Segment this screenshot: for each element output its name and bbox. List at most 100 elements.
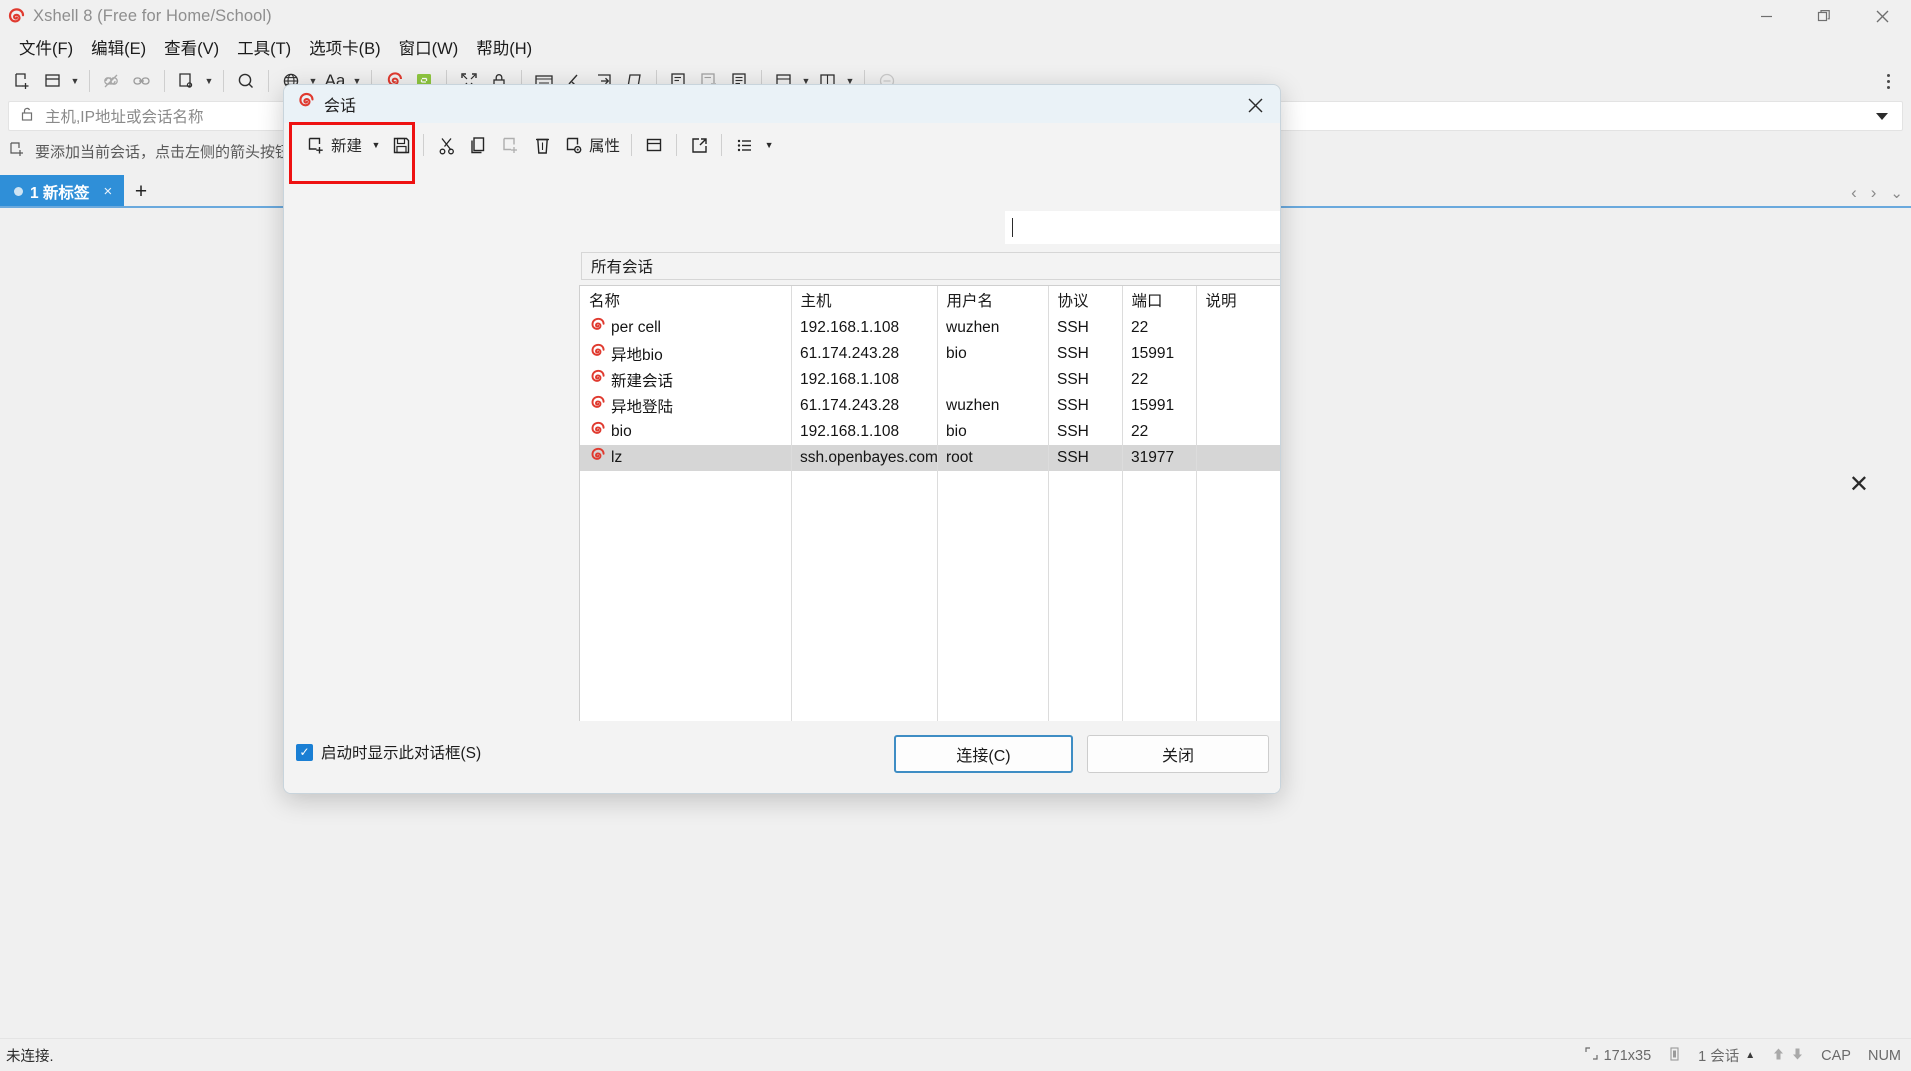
cell-port: 31977 [1122,445,1196,471]
paste-button[interactable] [494,130,526,160]
menu-view[interactable]: 查看(V) [155,33,228,61]
connect-button[interactable]: 连接(C) [894,735,1073,773]
dialog-title-bar: 会话 [284,85,1280,123]
open-session-icon[interactable] [172,66,202,96]
menu-help[interactable]: 帮助(H) [467,33,541,61]
copy-icon [467,134,489,156]
terminal-close-icon[interactable]: ✕ [1849,473,1869,497]
column-header-name[interactable]: 名称 [580,286,791,315]
menu-tab[interactable]: 选项卡(B) [300,33,390,61]
cell-protocol: SSH [1048,445,1122,471]
show-on-startup-checkbox[interactable]: ✓ [296,744,313,761]
show-on-startup-checkbox-row[interactable]: ✓ 启动时显示此对话框(S) [296,741,481,763]
cut-button[interactable] [430,130,462,160]
new-session-caret-icon[interactable]: ▼ [367,130,385,160]
save-button[interactable] [385,130,417,160]
cell-username: bio [937,419,1048,445]
cell-protocol: SSH [1048,315,1122,341]
reconnect-icon[interactable] [127,66,157,96]
open-folder-button[interactable] [638,130,670,160]
open-session-caret-icon[interactable]: ▼ [202,66,216,96]
session-path-row: 所有会话 [581,251,1281,281]
column-header-username[interactable]: 用户名 [937,286,1048,315]
list-view-icon [733,134,755,156]
cell-host: 192.168.1.108 [791,419,937,445]
new-folder-caret-icon[interactable]: ▼ [68,66,82,96]
connection-status: 未连接. [6,1045,54,1066]
terminal-size-icon [1585,1047,1598,1064]
properties-button[interactable]: 属性 [558,130,625,160]
tab-nav-controls: ‹ › ⌄ [1851,183,1903,203]
current-folder-path[interactable]: 所有会话 [581,252,1281,280]
export-button[interactable] [683,130,715,160]
monitor-icon[interactable] [1668,1047,1681,1065]
cell-protocol: SSH [1048,341,1122,367]
cell-username [937,367,1048,393]
tab-prev-icon[interactable]: ‹ [1851,183,1857,203]
chevron-down-icon[interactable] [1876,113,1888,120]
close-button[interactable]: 关闭 [1087,735,1269,773]
dialog-close-icon[interactable] [1238,90,1272,120]
list-view-button[interactable] [728,130,760,160]
session-search-input[interactable] [1005,211,1281,244]
cell-description [1196,419,1281,445]
session-icon [589,343,606,365]
menu-edit[interactable]: 编辑(E) [82,33,155,61]
new-session-icon[interactable] [8,66,38,96]
column-header-description[interactable]: 说明 [1196,286,1281,315]
window-controls [1737,0,1911,33]
xshell-logo-icon [7,8,25,26]
tab-next-icon[interactable]: › [1871,183,1877,203]
disconnect-icon[interactable] [97,66,127,96]
unlock-icon [19,105,36,127]
copy-button[interactable] [462,130,494,160]
app-title: Xshell 8 (Free for Home/School) [33,7,272,26]
address-input-placeholder[interactable]: 主机,IP地址或会话名称 [45,105,203,127]
table-row[interactable]: per cell192.168.1.108wuzhenSSH222024-09-… [580,315,1281,341]
new-folder-icon[interactable] [38,66,68,96]
table-row[interactable]: 异地登陆61.174.243.28wuzhenSSH159912024-10-1… [580,393,1281,419]
session-count-caret-icon[interactable]: ▲ [1745,1050,1755,1061]
table-header-row: 名称 主机 用户名 协议 端口 说明 修改时间 [580,286,1281,315]
table-row[interactable]: 新建会话192.168.1.108SSH222024-09-28 18:34:2… [580,367,1281,393]
cell-host: 192.168.1.108 [791,315,937,341]
table-row[interactable]: 异地bio61.174.243.28bioSSH159912024-09-22 … [580,341,1281,367]
column-header-port[interactable]: 端口 [1122,286,1196,315]
hint-text: 要添加当前会话，点击左侧的箭头按钮 [35,141,290,162]
session-count[interactable]: 1 会话 ▲ [1698,1045,1755,1066]
add-session-icon[interactable] [8,140,26,163]
find-icon[interactable] [231,66,261,96]
status-bar-right: 171x35 1 会话 ▲ CAP NUM [1585,1039,1901,1071]
menu-window[interactable]: 窗口(W) [390,33,468,61]
restore-icon[interactable] [1795,0,1853,33]
table-row[interactable]: bio192.168.1.108bioSSH222024-11-03 22:16… [580,419,1281,445]
tab-close-icon[interactable]: × [103,183,112,200]
delete-button[interactable] [526,130,558,160]
trash-icon [531,134,553,156]
new-tab-button[interactable]: + [124,175,158,208]
list-view-caret-icon[interactable]: ▼ [760,130,778,160]
more-options-icon[interactable] [1877,68,1899,94]
menu-file[interactable]: 文件(F) [10,33,82,61]
column-header-protocol[interactable]: 协议 [1048,286,1122,315]
dialog-title: 会话 [324,92,356,116]
minimize-icon[interactable] [1737,0,1795,33]
new-session-button[interactable]: 新建 [300,130,367,160]
dialog-toolbar-separator [631,134,632,156]
column-header-host[interactable]: 主机 [791,286,937,315]
sessions-table-container[interactable]: 名称 主机 用户名 协议 端口 说明 修改时间 per cell 192.168.… [579,285,1281,794]
close-icon[interactable] [1853,0,1911,33]
dialog-toolbar: 新建 ▼ [284,123,1280,167]
toolbar-separator [89,70,90,92]
menu-tools[interactable]: 工具(T) [228,33,300,61]
status-bar: 未连接. 171x35 1 会话 ▲ [0,1038,1911,1071]
session-name-text: per cell [611,319,661,337]
new-session-label: 新建 [331,134,362,156]
tab-new-session[interactable]: 1 新标签 × [0,175,124,208]
session-icon [589,369,606,391]
tab-list-icon[interactable]: ⌄ [1890,184,1903,202]
cell-username: wuzhen [937,393,1048,419]
menu-bar: 文件(F) 编辑(E) 查看(V) 工具(T) 选项卡(B) 窗口(W) 帮助(… [0,33,1911,60]
table-row[interactable]: lzssh.openbayes.comrootSSH319772025-01-1… [580,445,1281,471]
toolbar-separator [268,70,269,92]
